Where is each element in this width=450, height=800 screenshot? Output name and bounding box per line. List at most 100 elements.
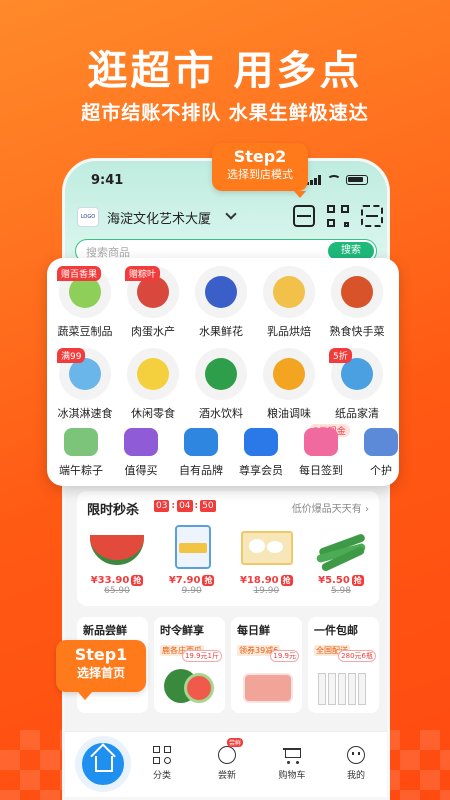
flash-item[interactable]: ¥18.90 抢 19.90 (232, 521, 300, 596)
battery-icon (346, 175, 368, 185)
quick-link-icon (364, 428, 398, 456)
flash-sale-title: 限时秒杀 (87, 503, 140, 518)
flash-item[interactable]: ¥5.50 抢 5.98 (307, 521, 375, 596)
chevron-down-icon[interactable] (225, 208, 237, 220)
tab-new[interactable]: 尝鲜 尝新 (202, 738, 252, 781)
flash-item-old-price: 5.98 (330, 586, 351, 596)
category-item[interactable]: 满99 冰淇淋速食 (51, 348, 119, 422)
quick-link-item[interactable]: 值得买 (111, 428, 171, 478)
category-label: 冰淇淋速食 (57, 407, 113, 420)
countdown-timer: 03: 04: 50 (154, 500, 216, 512)
timer-minutes: 04 (177, 500, 193, 512)
promo-card-daily[interactable]: 每日鲜 领券39减6 19.9元 (231, 617, 302, 713)
category-image (127, 348, 179, 400)
grab-tag[interactable]: 抢 (280, 575, 293, 586)
timer-seconds: 50 (200, 500, 216, 512)
quick-link-icon (244, 428, 278, 456)
flash-item[interactable]: ¥33.90 抢 65.90 (83, 521, 151, 596)
category-item[interactable]: 赠百香果 蔬菜豆制品 (51, 266, 119, 340)
category-label: 肉蛋水产 (131, 325, 175, 338)
quick-link-item[interactable]: 5元现金每日签到 (291, 424, 351, 478)
quick-link-label: 每日签到 (299, 464, 343, 477)
step1-title: Step1 (74, 645, 128, 664)
tab-cart[interactable]: 购物车 (267, 746, 317, 781)
promo-card-seasonal[interactable]: 时令鲜享 鹿各庄西瓜 19.9元1斤 (154, 617, 225, 713)
category-image (263, 266, 315, 318)
green-beans-image (310, 521, 372, 573)
store-mode-button[interactable] (293, 205, 315, 227)
category-item[interactable]: 酒水饮料 (187, 348, 255, 422)
watermelon-image (86, 521, 148, 573)
category-label: 粮油调味 (267, 407, 311, 420)
category-badge: 赠百香果 (57, 266, 102, 281)
quick-link-item[interactable]: 尊享会员 (231, 428, 291, 478)
category-item[interactable]: 熟食快手菜 (323, 266, 391, 340)
flash-item-old-price: 19.90 (253, 586, 280, 596)
flash-sale-more-link[interactable]: 低价爆品天天有 › (292, 500, 369, 515)
quick-link-label: 个护 (370, 464, 392, 477)
signal-icon (306, 175, 322, 185)
category-item[interactable]: 乳品烘焙 (255, 266, 323, 340)
quick-link-icon (304, 428, 338, 456)
promo-card-shipping[interactable]: 一件包邮 全国配送 280元6瓶 (308, 617, 379, 713)
promo-card-title: 一件包邮 (314, 624, 358, 637)
category-image (331, 266, 383, 318)
tab-label: 分类 (152, 771, 171, 781)
qr-code-button[interactable] (327, 205, 349, 227)
category-image (195, 266, 247, 318)
tab-category[interactable]: 分类 (137, 746, 187, 781)
grab-tag[interactable]: 抢 (202, 575, 215, 586)
tab-profile[interactable]: 我的 (331, 746, 381, 781)
location-name[interactable]: 海淀文化艺术大厦 (107, 208, 211, 227)
step2-description: 选择到店模式 (227, 168, 293, 181)
store-logo: LOGO (77, 207, 99, 227)
category-label: 休闲零食 (131, 407, 175, 420)
wifi-icon (327, 175, 341, 185)
quick-link-label: 尊享会员 (239, 464, 283, 477)
quick-link-item[interactable]: 自有品牌 (171, 428, 231, 478)
timer-hours: 03 (154, 500, 170, 512)
category-card: 赠百香果 蔬菜豆制品 赠粽叶 肉蛋水产 水果鲜花 乳品烘焙 熟食快手菜 满99 冰淇淋速食 休闲零… (47, 258, 399, 486)
promo-card-title: 时令鲜享 (160, 624, 204, 637)
tab-label: 尝新 (217, 771, 236, 781)
category-item[interactable]: 赠粽叶肉蛋水产 (119, 266, 187, 340)
category-image (263, 348, 315, 400)
grid-icon (153, 746, 171, 764)
watermelon-slice-image (162, 663, 216, 707)
tab-badge: 尝鲜 (227, 738, 244, 747)
bottom-tab-bar: 分类 尝鲜 尝新 购物车 我的 (65, 731, 387, 797)
flash-item[interactable]: ¥7.90 抢 9.90 (158, 521, 226, 596)
category-badge: 赠粽叶 (125, 266, 161, 281)
category-item[interactable]: 水果鲜花 (187, 266, 255, 340)
category-label: 乳品烘焙 (267, 325, 311, 338)
flash-item-price: ¥18.90 (240, 575, 279, 586)
category-label: 蔬菜豆制品 (57, 325, 113, 338)
grab-tag[interactable]: 抢 (351, 575, 364, 586)
promo-title: 逛超市 用多点 (87, 48, 363, 94)
category-item[interactable]: 5折 纸品家清 (323, 348, 391, 422)
flash-item-price: ¥33.90 (90, 575, 130, 586)
step2-callout: Step2 选择到店模式 (212, 143, 308, 198)
dumpling-box-image (235, 521, 297, 573)
category-item[interactable]: 休闲零食 (119, 348, 187, 422)
promo-card-mini-tag: 19.9元1斤 (181, 650, 222, 662)
category-label: 水果鲜花 (199, 325, 243, 338)
quick-link-label: 自有品牌 (179, 464, 223, 477)
location-row: LOGO 海淀文化艺术大厦 (77, 205, 383, 229)
quick-link-icon (64, 428, 98, 456)
promo-card-title: 新品尝鲜 (83, 624, 127, 637)
category-label: 熟食快手菜 (329, 325, 385, 338)
quick-link-item[interactable]: 端午粽子 (51, 428, 111, 478)
grab-tag[interactable]: 抢 (131, 575, 144, 586)
flash-item-old-price: 65.90 (104, 586, 130, 596)
flash-item-old-price: 9.90 (181, 586, 202, 596)
category-item[interactable]: 粮油调味 (255, 348, 323, 422)
scan-button[interactable] (361, 205, 383, 227)
quick-link-item[interactable]: 个护 (351, 428, 399, 478)
category-image (195, 348, 247, 400)
quick-link-icon (184, 428, 218, 456)
category-badge: 5折 (329, 348, 352, 363)
step2-title: Step2 (233, 147, 287, 166)
home-tab-button[interactable] (79, 740, 127, 788)
meat-image (239, 663, 293, 707)
